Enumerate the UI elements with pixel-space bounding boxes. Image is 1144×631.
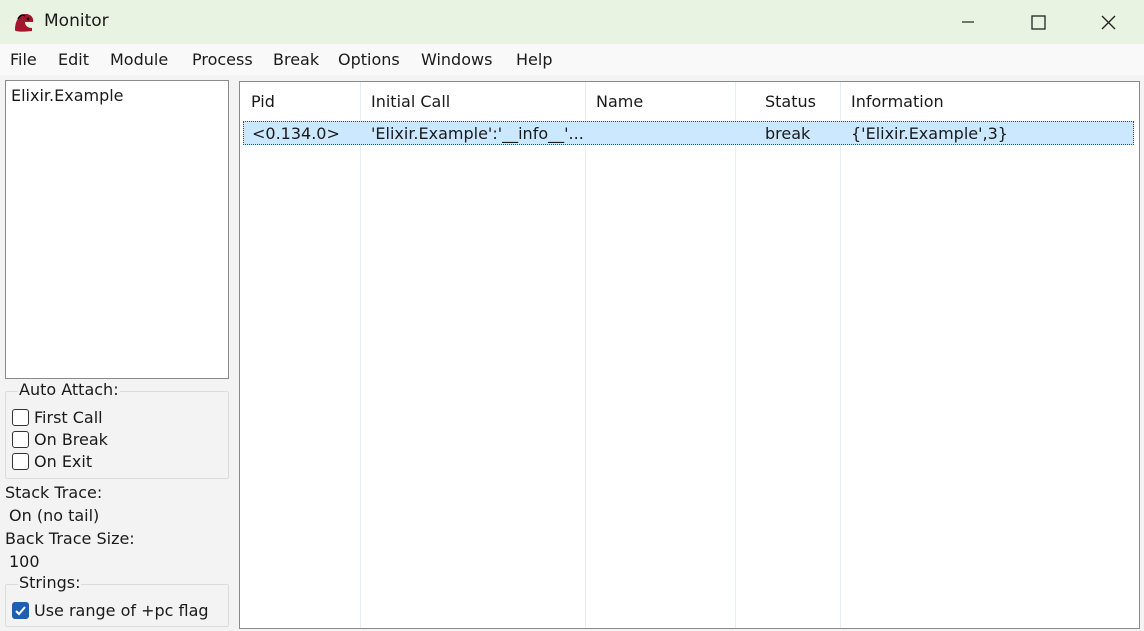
- row-pid-cell: <0.134.0>: [252, 124, 340, 143]
- module-list-item[interactable]: Elixir.Example: [11, 86, 124, 105]
- strings-legend: Strings:: [18, 573, 82, 592]
- strings-group: Strings: Use range of +pc flag: [5, 573, 229, 627]
- row-status-cell: break: [765, 124, 811, 143]
- column-header-information[interactable]: Information: [851, 92, 944, 111]
- menu-help[interactable]: Help: [516, 50, 552, 69]
- minimize-button[interactable]: [933, 0, 1003, 44]
- column-header-initial-call[interactable]: Initial Call: [371, 92, 450, 111]
- use-range-option[interactable]: Use range of +pc flag: [12, 601, 209, 620]
- close-icon: [1101, 15, 1115, 29]
- process-table[interactable]: Pid Initial Call Name Status Information…: [239, 81, 1140, 629]
- maximize-button[interactable]: [1003, 0, 1073, 44]
- first-call-label: First Call: [34, 408, 103, 427]
- column-divider: [585, 82, 586, 628]
- menu-options[interactable]: Options: [338, 50, 400, 69]
- column-divider: [360, 82, 361, 628]
- column-header-pid[interactable]: Pid: [251, 92, 275, 111]
- maximize-icon: [1030, 14, 1046, 30]
- menu-break[interactable]: Break: [273, 50, 319, 69]
- on-exit-label: On Exit: [34, 452, 93, 471]
- on-break-checkbox[interactable]: [12, 431, 29, 448]
- menu-windows[interactable]: Windows: [421, 50, 492, 69]
- stack-trace-value: On (no tail): [9, 506, 100, 525]
- row-information-cell: {'Elixir.Example',3}: [851, 124, 1008, 143]
- first-call-option[interactable]: First Call: [12, 408, 103, 427]
- checkmark-icon: [15, 606, 26, 616]
- on-exit-option[interactable]: On Exit: [12, 452, 92, 471]
- first-call-checkbox[interactable]: [12, 409, 29, 426]
- column-header-name[interactable]: Name: [596, 92, 643, 111]
- back-trace-value: 100: [9, 552, 40, 571]
- auto-attach-group: Auto Attach: First Call On Break On Exit: [5, 380, 229, 479]
- stack-trace-label: Stack Trace:: [5, 483, 103, 502]
- on-break-option[interactable]: On Break: [12, 430, 108, 449]
- on-break-label: On Break: [34, 430, 108, 449]
- menu-file[interactable]: File: [10, 50, 37, 69]
- erlang-app-icon: [12, 10, 36, 34]
- auto-attach-legend: Auto Attach:: [18, 380, 120, 399]
- minimize-icon: [962, 21, 974, 23]
- menu-process[interactable]: Process: [192, 50, 253, 69]
- on-exit-checkbox[interactable]: [12, 453, 29, 470]
- menu-edit[interactable]: Edit: [58, 50, 89, 69]
- close-button[interactable]: [1073, 0, 1143, 44]
- title-bar: Monitor: [0, 0, 1144, 44]
- menu-bar: File Edit Module Process Break Options W…: [0, 44, 1144, 75]
- use-range-checkbox[interactable]: [12, 602, 29, 619]
- column-divider: [735, 82, 736, 628]
- column-header-status[interactable]: Status: [765, 92, 816, 111]
- row-initial-call-cell: 'Elixir.Example':'__info__'...: [371, 124, 584, 143]
- use-range-label: Use range of +pc flag: [34, 601, 209, 620]
- column-divider: [840, 82, 841, 628]
- window-title: Monitor: [44, 11, 109, 31]
- back-trace-label: Back Trace Size:: [5, 529, 135, 548]
- module-list[interactable]: Elixir.Example: [5, 80, 229, 379]
- menu-module[interactable]: Module: [110, 50, 168, 69]
